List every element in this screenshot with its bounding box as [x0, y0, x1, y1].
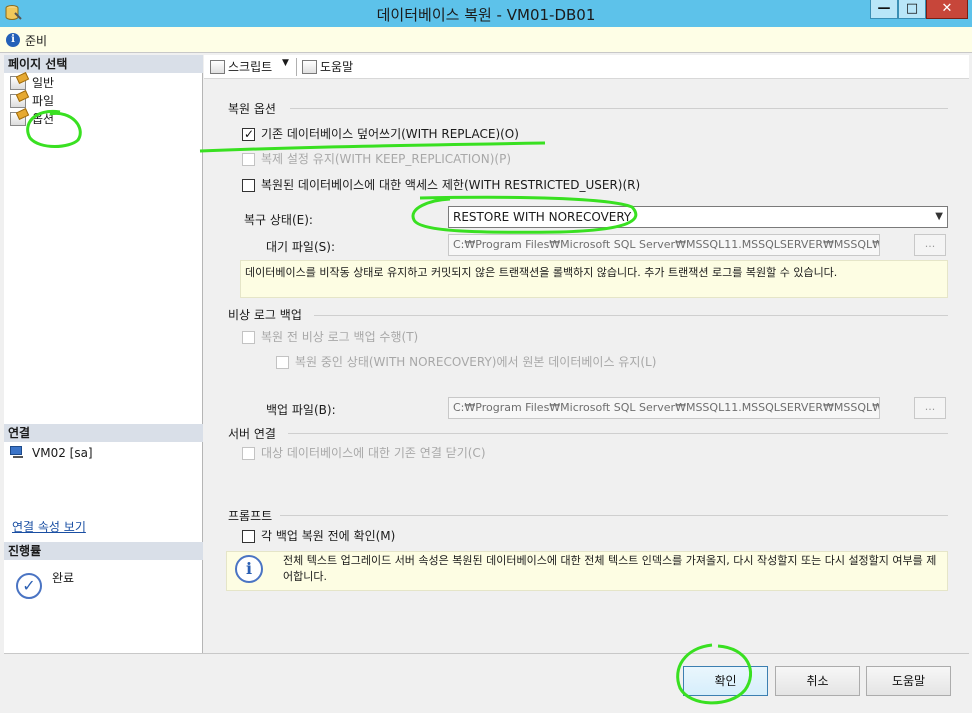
script-button[interactable]: 스크립트 — [208, 57, 272, 77]
status-bar: i 준비 — [0, 27, 972, 53]
tail-log-backup-checkbox[interactable]: 복원 전 비상 로그 백업 수행(T) — [242, 329, 418, 345]
minimize-icon: — — [877, 1, 891, 16]
leave-source-norecovery-checkbox[interactable]: 복원 중인 상태(WITH NORECOVERY)에서 원본 데이터베이스 유지… — [276, 354, 656, 370]
restore-options-title: 복원 옵션 — [228, 102, 276, 116]
status-text: 준비 — [25, 34, 48, 48]
checkbox-label: 복원된 데이터베이스에 대한 액세스 제한(WITH RESTRICTED_US… — [261, 178, 641, 192]
with-replace-checkbox[interactable]: ✓ 기존 데이터베이스 덮어쓰기(WITH REPLACE)(O) — [242, 126, 519, 142]
standby-file-field[interactable]: C:₩Program Files₩Microsoft SQL Server₩MS… — [448, 234, 880, 256]
progress-status: 완료 — [52, 571, 75, 585]
help-icon — [302, 60, 317, 74]
page-item-files[interactable]: 파일 — [8, 92, 54, 110]
close-existing-connections-checkbox[interactable]: 대상 데이터베이스에 대한 기존 연결 닫기(C) — [242, 445, 486, 461]
keep-replication-checkbox[interactable]: 복제 설정 유지(WITH KEEP_REPLICATION)(P) — [242, 151, 511, 167]
checkbox-label: 각 백업 복원 전에 확인(M) — [261, 529, 396, 543]
recovery-state-select[interactable]: RESTORE WITH NORECOVERY ▼ — [448, 206, 948, 228]
recovery-state-value: RESTORE WITH NORECOVERY — [453, 210, 632, 224]
close-icon: ✕ — [941, 1, 953, 16]
group-divider — [290, 108, 948, 109]
toolbar: 스크립트 ▼ 도움말 — [204, 55, 969, 79]
recovery-state-label: 복구 상태(E): — [244, 213, 313, 227]
checkbox-label: 기존 데이터베이스 덮어쓰기(WITH REPLACE)(O) — [261, 127, 519, 141]
checkbox-box — [242, 179, 255, 192]
connection-label: VM02 [sa] — [32, 446, 93, 460]
page-icon — [10, 76, 26, 90]
confirm-each-backup-checkbox[interactable]: 각 백업 복원 전에 확인(M) — [242, 528, 395, 544]
check-icon: ✓ — [244, 127, 255, 141]
dialog-button-bar: 확인 취소 도움말 — [4, 653, 969, 709]
cancel-button[interactable]: 취소 — [775, 666, 860, 696]
page-item-options[interactable]: 옵션 — [8, 110, 54, 128]
connection-header: 연결 — [4, 424, 203, 442]
checkbox-label: 대상 데이터베이스에 대한 기존 연결 닫기(C) — [261, 446, 486, 460]
title-bar: 데이터베이스 복원 - VM01-DB01 — □ ✕ — [0, 0, 972, 27]
toolbar-divider — [296, 58, 297, 76]
checkbox-box — [276, 356, 289, 369]
minimize-button[interactable]: — — [870, 0, 898, 19]
standby-file-label: 대기 파일(S): — [266, 240, 335, 254]
help-button[interactable]: 도움말 — [300, 57, 353, 77]
options-panel: 스크립트 ▼ 도움말 복원 옵션 ✓ 기존 데이터베이스 덮어쓰기(WITH R… — [204, 55, 969, 653]
help-label: 도움말 — [320, 60, 354, 74]
tail-log-title: 비상 로그 백업 — [228, 308, 302, 322]
fulltext-note: i 전체 텍스트 업그레이드 서버 속성은 복원된 데이터베이스에 대한 전체 … — [226, 551, 948, 591]
backup-file-browse-button[interactable]: ... — [914, 397, 946, 419]
checkbox-box — [242, 447, 255, 460]
group-divider — [288, 433, 948, 434]
info-icon: i — [235, 555, 263, 583]
page-item-label: 파일 — [32, 94, 55, 108]
page-item-label: 일반 — [32, 76, 55, 90]
left-panel: 페이지 선택 일반 파일 옵션 연결 VM02 [sa] 연결 속성 보기 진행… — [4, 55, 203, 653]
page-item-label: 옵션 — [32, 112, 55, 126]
group-divider — [280, 515, 948, 516]
checkbox-label: 복원 중인 상태(WITH NORECOVERY)에서 원본 데이터베이스 유지… — [295, 355, 657, 369]
progress-header: 진행률 — [4, 542, 203, 560]
backup-file-label: 백업 파일(B): — [266, 403, 336, 417]
checkbox-box — [242, 530, 255, 543]
backup-file-field[interactable]: C:₩Program Files₩Microsoft SQL Server₩MS… — [448, 397, 880, 419]
maximize-button[interactable]: □ — [898, 0, 926, 19]
fulltext-note-text: 전체 텍스트 업그레이드 서버 속성은 복원된 데이터베이스에 대한 전체 텍스… — [283, 554, 937, 583]
chevron-down-icon[interactable]: ▼ — [282, 58, 289, 68]
standby-file-browse-button[interactable]: ... — [914, 234, 946, 256]
server-icon — [10, 446, 26, 459]
page-icon — [10, 94, 26, 108]
prompt-title: 프롬프트 — [228, 509, 273, 523]
checkmark-icon: ✓ — [16, 573, 42, 599]
view-connection-properties-link[interactable]: 연결 속성 보기 — [12, 518, 86, 535]
checkbox-label: 복원 전 비상 로그 백업 수행(T) — [261, 330, 419, 344]
connection-item: VM02 [sa] — [8, 444, 93, 462]
recovery-state-note: 데이터베이스를 비작동 상태로 유지하고 커밋되지 않은 트랜잭션을 롤백하지 … — [240, 260, 948, 298]
server-connections-title: 서버 연결 — [228, 427, 276, 441]
script-label: 스크립트 — [228, 60, 273, 74]
checkbox-box — [242, 331, 255, 344]
window-title: 데이터베이스 복원 - VM01-DB01 — [376, 6, 596, 24]
ok-button[interactable]: 확인 — [683, 666, 768, 696]
restricted-user-checkbox[interactable]: 복원된 데이터베이스에 대한 액세스 제한(WITH RESTRICTED_US… — [242, 177, 640, 193]
checkbox-box — [242, 153, 255, 166]
info-icon: i — [6, 33, 20, 47]
page-select-header: 페이지 선택 — [4, 55, 203, 73]
script-icon — [210, 60, 225, 74]
group-divider — [314, 315, 948, 316]
help-dialog-button[interactable]: 도움말 — [866, 666, 951, 696]
checkbox-label: 복제 설정 유지(WITH KEEP_REPLICATION)(P) — [261, 152, 512, 166]
close-button[interactable]: ✕ — [926, 0, 968, 19]
page-icon — [10, 112, 26, 126]
chevron-down-icon: ▼ — [935, 211, 943, 222]
page-item-general[interactable]: 일반 — [8, 74, 54, 92]
checkbox-box: ✓ — [242, 127, 255, 141]
maximize-icon: □ — [905, 1, 919, 16]
